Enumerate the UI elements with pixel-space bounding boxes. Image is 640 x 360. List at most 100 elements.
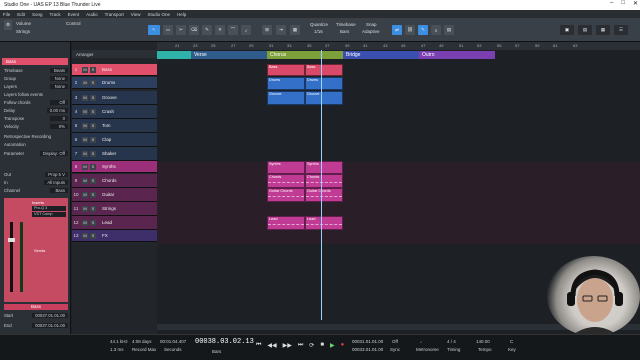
volume-fader-track[interactable] bbox=[10, 222, 13, 292]
solo-button[interactable]: S bbox=[90, 136, 96, 143]
range-tool-button[interactable]: ▭ bbox=[163, 25, 173, 35]
start-value[interactable]: 00037.01.01.00 bbox=[32, 312, 68, 318]
song-view-button[interactable]: ▣ bbox=[560, 25, 574, 35]
track-row[interactable]: 5 M S Tom bbox=[72, 119, 157, 133]
inspector-row-timebase[interactable]: Timebase Beats bbox=[4, 67, 68, 73]
rewind-start-icon[interactable]: ⏮ bbox=[256, 342, 261, 349]
arrow-tool-button[interactable]: ↖ bbox=[148, 25, 160, 35]
forward-end-icon[interactable]: ⏭ bbox=[298, 342, 303, 349]
playhead-cursor[interactable] bbox=[321, 50, 322, 320]
track-row[interactable]: 8 M S Synths bbox=[72, 161, 157, 173]
row-value[interactable]: 0.00 ms bbox=[46, 107, 68, 113]
solo-button[interactable]: S bbox=[90, 205, 96, 212]
track-row[interactable]: 9 M S Chords bbox=[72, 174, 157, 188]
eraser-tool-button[interactable]: ⌫ bbox=[189, 25, 199, 35]
track-row[interactable]: 2 M S Drums bbox=[72, 77, 157, 89]
track-row[interactable]: 7 M S Shaker bbox=[72, 147, 157, 161]
event-clip[interactable]: Guitar Chords bbox=[267, 188, 305, 202]
volume-fader-handle[interactable] bbox=[8, 238, 15, 242]
mute-button[interactable]: M bbox=[82, 191, 88, 198]
end-value[interactable]: 00037.01.01.00 bbox=[32, 322, 68, 328]
inspector-row-channel[interactable]: Channel Bass bbox=[4, 187, 68, 193]
track-row[interactable]: 13 M S FX bbox=[72, 230, 157, 242]
track-row[interactable]: 6 M S Clap bbox=[72, 133, 157, 147]
event-clip[interactable]: Bass bbox=[305, 64, 343, 76]
track-name[interactable]: Guitar bbox=[102, 192, 114, 197]
row-value[interactable]: Off bbox=[50, 99, 68, 105]
mute-tool-button[interactable]: ✕ bbox=[215, 25, 225, 35]
tempo-value[interactable]: 140.00 bbox=[476, 339, 490, 344]
solo-button[interactable]: S bbox=[90, 79, 96, 86]
mute-button[interactable]: M bbox=[82, 66, 88, 73]
menu-song[interactable]: Song bbox=[32, 12, 43, 17]
event-clip[interactable]: Synths bbox=[267, 161, 305, 174]
inspector-row-layers-follow[interactable]: Layers follow events bbox=[4, 91, 68, 97]
track-row[interactable]: 10 M S Guitar bbox=[72, 188, 157, 202]
solo-button[interactable]: S bbox=[90, 219, 96, 226]
inspector-row-end[interactable]: End 00037.01.01.00 bbox=[4, 322, 68, 328]
solo-button[interactable]: S bbox=[90, 150, 96, 157]
solo-button[interactable]: S bbox=[90, 163, 96, 170]
track-name[interactable]: Clap bbox=[102, 137, 111, 142]
track-name[interactable]: Bass bbox=[102, 67, 112, 72]
inspector-row-velocity[interactable]: Velocity 0% bbox=[4, 123, 68, 129]
menu-audio[interactable]: Audio bbox=[86, 12, 98, 17]
maximize-button[interactable]: □ bbox=[621, 0, 625, 7]
track-row[interactable]: 3 M S Groove bbox=[72, 91, 157, 105]
quantize-value[interactable]: 1/16 bbox=[314, 29, 323, 34]
track-row[interactable]: 11 M S Strings bbox=[72, 202, 157, 216]
menu-help[interactable]: Help bbox=[177, 12, 186, 17]
event-clip[interactable]: Guitar Chords bbox=[305, 188, 343, 202]
inspector-track-title[interactable]: Bass bbox=[2, 58, 68, 65]
record-icon[interactable]: ● bbox=[341, 342, 345, 349]
arranger-section-verse[interactable]: Verse bbox=[191, 51, 267, 59]
arranger-section-chorus[interactable]: Chorus bbox=[267, 51, 343, 59]
track-row[interactable]: 12 M S Lead bbox=[72, 216, 157, 230]
menu-view[interactable]: View bbox=[131, 12, 141, 17]
snap-value[interactable]: Adaptive bbox=[362, 29, 380, 34]
settings-view-button[interactable]: ☰ bbox=[614, 25, 628, 35]
event-clip[interactable]: Drums bbox=[305, 77, 343, 90]
event-clip[interactable]: Chords bbox=[267, 174, 305, 188]
event-clip[interactable]: Groove bbox=[267, 91, 305, 105]
paint-tool-button[interactable]: ✎ bbox=[202, 25, 212, 35]
mute-button[interactable]: M bbox=[82, 205, 88, 212]
row-value[interactable]: None bbox=[50, 75, 68, 81]
event-clip[interactable]: Bass bbox=[267, 64, 305, 76]
solo-button[interactable]: S bbox=[90, 108, 96, 115]
timebase-value[interactable]: Bars bbox=[340, 29, 349, 34]
inspector-row-automation[interactable]: Automation bbox=[4, 141, 68, 147]
edit-view-icon[interactable]: ✎ bbox=[418, 25, 428, 35]
close-button[interactable]: ✕ bbox=[633, 0, 638, 7]
arranger-section-bridge[interactable]: Bridge bbox=[343, 51, 419, 59]
insert-slot-2[interactable]: VST Comp bbox=[32, 212, 66, 217]
row-value[interactable]: Beats bbox=[50, 67, 68, 73]
solo-button[interactable]: S bbox=[90, 232, 96, 239]
mute-button[interactable]: M bbox=[82, 108, 88, 115]
inspector-row-group[interactable]: Group None bbox=[4, 75, 68, 81]
track-name[interactable]: Tom bbox=[102, 123, 111, 128]
rewind-icon[interactable]: ◀◀ bbox=[267, 342, 276, 349]
inspector-row-follow-chords[interactable]: Follow chords Off bbox=[4, 99, 68, 105]
bars-position[interactable]: 00038.03.02.13 bbox=[195, 338, 254, 346]
event-clip[interactable]: Synths bbox=[305, 161, 343, 174]
track-name[interactable]: Groove bbox=[102, 95, 117, 100]
forward-icon[interactable]: ▶▶ bbox=[283, 342, 292, 349]
minimize-button[interactable]: – bbox=[610, 0, 613, 7]
mute-button[interactable]: M bbox=[82, 150, 88, 157]
mute-button[interactable]: M bbox=[82, 94, 88, 101]
event-clip[interactable]: Lead bbox=[305, 216, 343, 230]
inspector-row-parameter[interactable]: Parameter Display: Off bbox=[4, 150, 68, 156]
loop-icon[interactable]: ⟳ bbox=[309, 342, 314, 349]
event-clip[interactable]: Lead bbox=[267, 216, 305, 230]
mute-button[interactable]: M bbox=[82, 79, 88, 86]
track-name[interactable]: Synths bbox=[102, 164, 116, 169]
menu-file[interactable]: File bbox=[3, 12, 10, 17]
event-clip[interactable]: Groove bbox=[305, 91, 343, 105]
loop-start[interactable]: 00031.01.01.00 bbox=[352, 339, 383, 344]
mute-button[interactable]: M bbox=[82, 136, 88, 143]
out-value[interactable]: Prop 5 V bbox=[45, 171, 68, 177]
swap-icon[interactable]: ⇄ bbox=[392, 25, 402, 35]
event-clip[interactable]: Drums bbox=[267, 77, 305, 90]
menu-event[interactable]: Event bbox=[68, 12, 80, 17]
